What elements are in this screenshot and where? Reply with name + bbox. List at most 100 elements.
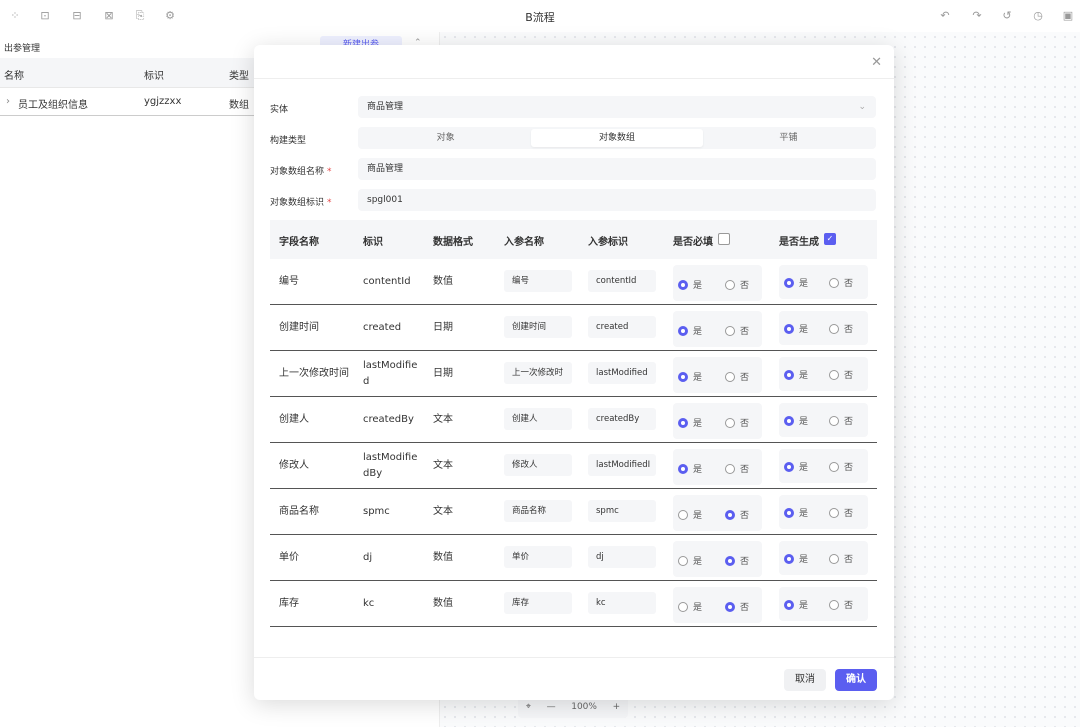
radio-dot — [725, 555, 735, 566]
radio-label-no: 否 — [844, 371, 854, 381]
param-id-input[interactable]: lastModified — [588, 362, 656, 384]
required-yes-radio[interactable]: 是 — [678, 324, 702, 337]
radio-dot — [829, 277, 839, 288]
generate-yes-radio[interactable]: 是 — [784, 368, 808, 381]
rotate-back-icon[interactable]: ↺ — [1000, 9, 1014, 23]
cancel-button[interactable]: 取消 — [784, 669, 826, 691]
required-radio-group: 是否 — [673, 403, 762, 439]
generate-no-radio[interactable]: 否 — [829, 598, 853, 611]
required-radio-group: 是否 — [673, 311, 762, 347]
cell-field-name: 创建时间 — [279, 322, 319, 333]
array-id-label-text: 对象数组标识 — [270, 198, 325, 208]
redo-arrow-icon[interactable]: ↷ — [970, 9, 984, 23]
generate-no-radio[interactable]: 否 — [829, 322, 853, 335]
undo-arrow-icon[interactable]: ↶ — [938, 9, 952, 23]
cell-id: lastModified — [363, 360, 418, 387]
generate-yes-radio[interactable]: 是 — [784, 322, 808, 335]
confirm-button[interactable]: 确认 — [835, 669, 877, 691]
param-id-input[interactable]: createdBy — [588, 408, 656, 430]
required-radio-group: 是否 — [673, 587, 762, 623]
required-no-radio[interactable]: 否 — [725, 278, 749, 291]
param-name-input[interactable]: 创建时间 — [504, 316, 572, 338]
segment-object[interactable]: 对象 — [360, 129, 531, 147]
required-no-radio[interactable]: 否 — [725, 324, 749, 337]
generate-no-radio[interactable]: 否 — [829, 552, 853, 565]
radio-label-no: 否 — [740, 511, 750, 521]
required-yes-radio[interactable]: 是 — [678, 370, 702, 383]
cell-format: 日期 — [433, 368, 453, 379]
generate-no-radio[interactable]: 否 — [829, 276, 853, 289]
radio-label-yes: 是 — [799, 555, 809, 565]
param-id-input[interactable]: kc — [588, 592, 656, 614]
radio-label-yes: 是 — [693, 281, 703, 291]
chevron-right-icon[interactable]: › — [6, 96, 10, 107]
generate-yes-radio[interactable]: 是 — [784, 414, 808, 427]
entity-select[interactable]: 商品管理 ⌄ — [358, 96, 876, 118]
required-yes-radio[interactable]: 是 — [678, 278, 702, 291]
cell-format: 数值 — [433, 598, 453, 609]
radio-label-yes: 是 — [799, 601, 809, 611]
param-name-input[interactable]: 创建人 — [504, 408, 572, 430]
required-no-radio[interactable]: 否 — [725, 600, 749, 613]
param-name-input[interactable]: 商品名称 — [504, 500, 572, 522]
column-header-name: 名称 — [4, 71, 24, 82]
header-id: 标识 — [363, 237, 383, 248]
required-yes-radio[interactable]: 是 — [678, 554, 702, 567]
required-no-radio[interactable]: 否 — [725, 554, 749, 567]
generate-no-radio[interactable]: 否 — [829, 460, 853, 473]
radio-label-no: 否 — [740, 603, 750, 613]
radio-dot — [829, 507, 839, 518]
required-yes-radio[interactable]: 是 — [678, 462, 702, 475]
generate-yes-radio[interactable]: 是 — [784, 276, 808, 289]
radio-dot — [725, 509, 735, 520]
generate-yes-radio[interactable]: 是 — [784, 460, 808, 473]
required-yes-radio[interactable]: 是 — [678, 600, 702, 613]
param-name-input[interactable]: 修改人 — [504, 454, 572, 476]
save-icon[interactable]: ▣ — [1061, 9, 1075, 23]
radio-dot — [784, 369, 794, 380]
required-yes-radio[interactable]: 是 — [678, 508, 702, 521]
param-id-input[interactable]: spmc — [588, 500, 656, 522]
radio-label-no: 否 — [740, 419, 750, 429]
required-no-radio[interactable]: 否 — [725, 416, 749, 429]
table-row: 创建时间 created 日期 创建时间 created 是否是否 — [270, 305, 877, 351]
fit-icon[interactable]: ⌖ — [526, 702, 531, 712]
generate-no-radio[interactable]: 否 — [829, 368, 853, 381]
param-id-input[interactable]: dj — [588, 546, 656, 568]
segment-object-array[interactable]: 对象数组 — [531, 129, 703, 147]
radio-dot — [784, 599, 794, 610]
zoom-in-button[interactable]: + — [613, 702, 621, 712]
required-yes-radio[interactable]: 是 — [678, 416, 702, 429]
zoom-out-button[interactable]: — — [547, 702, 556, 712]
entity-value: 商品管理 — [367, 102, 404, 112]
required-no-radio[interactable]: 否 — [725, 370, 749, 383]
build-type-segmented: 对象 对象数组 平铺 — [358, 127, 876, 149]
required-mark: * — [327, 167, 332, 177]
close-icon[interactable]: ✕ — [871, 55, 882, 70]
table-row: 上一次修改时间 lastModified 日期 上一次修改时 lastModified 是… — [270, 351, 877, 397]
required-all-checkbox[interactable] — [718, 233, 730, 245]
param-name-input[interactable]: 库存 — [504, 592, 572, 614]
generate-yes-radio[interactable]: 是 — [784, 598, 808, 611]
panel-title: 出参管理 — [4, 44, 41, 54]
generate-yes-radio[interactable]: 是 — [784, 552, 808, 565]
array-name-input[interactable]: 商品管理 — [358, 158, 876, 180]
param-id-input[interactable]: contentId — [588, 270, 656, 292]
radio-dot — [725, 417, 735, 428]
generate-no-radio[interactable]: 否 — [829, 506, 853, 519]
array-id-input[interactable]: spgl001 — [358, 189, 876, 211]
required-no-radio[interactable]: 否 — [725, 462, 749, 475]
param-id-input[interactable]: created — [588, 316, 656, 338]
generate-yes-radio[interactable]: 是 — [784, 506, 808, 519]
param-name-input[interactable]: 编号 — [504, 270, 572, 292]
segment-flat[interactable]: 平铺 — [703, 129, 874, 147]
history-icon[interactable]: ◷ — [1031, 9, 1045, 23]
param-name-input[interactable]: 单价 — [504, 546, 572, 568]
generate-all-checkbox[interactable]: ✓ — [824, 233, 836, 245]
generate-no-radio[interactable]: 否 — [829, 414, 853, 427]
param-id-input[interactable]: lastModifiedI — [588, 454, 656, 476]
generate-radio-group: 是否 — [779, 449, 868, 483]
radio-dot — [725, 463, 735, 474]
param-name-input[interactable]: 上一次修改时 — [504, 362, 572, 384]
required-no-radio[interactable]: 否 — [725, 508, 749, 521]
